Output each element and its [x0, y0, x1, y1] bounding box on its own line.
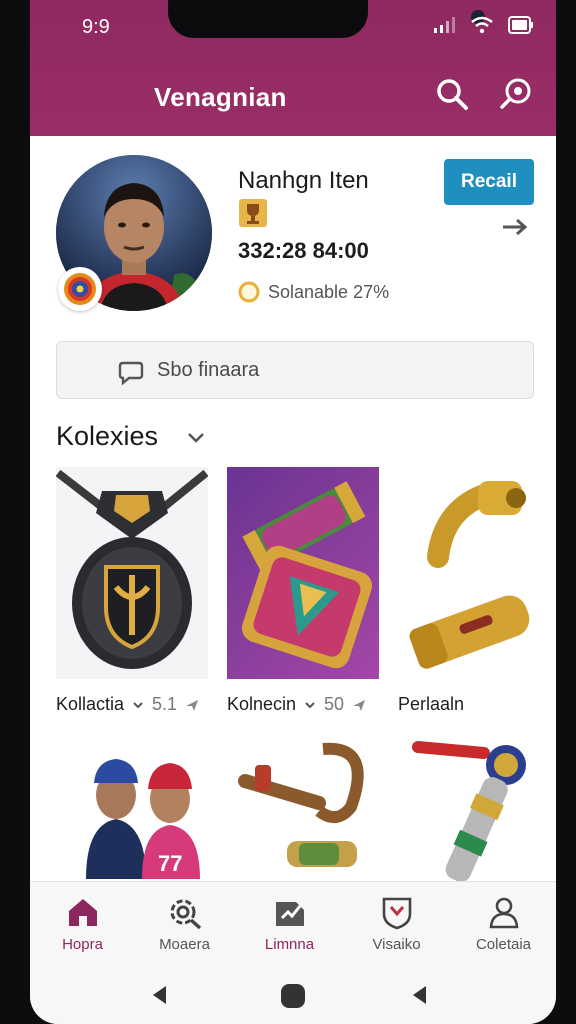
bottom-nav: Hopra Moaera Limnna Visaiko Coletaia — [30, 881, 556, 965]
svg-text:77: 77 — [158, 851, 182, 876]
camera-notch — [168, 0, 485, 38]
search-input[interactable]: Sbo finaara — [56, 341, 534, 399]
home-button-icon[interactable] — [280, 983, 306, 1009]
collection-card[interactable] — [56, 467, 208, 679]
recent-apps-icon[interactable] — [408, 983, 432, 1007]
app-header: 9:9 Venagnian — [30, 0, 556, 136]
recall-button[interactable]: Recail — [444, 159, 534, 205]
edit-icon — [275, 902, 304, 926]
nav-item-shield[interactable]: Visaiko — [344, 882, 449, 966]
home-icon — [68, 899, 97, 926]
card-caption-value: 50 — [324, 694, 345, 714]
search-icon[interactable] — [434, 76, 470, 112]
nav-item-settings[interactable]: Moaera — [132, 882, 237, 966]
person-icon — [489, 897, 518, 929]
player-name: Nanhgn Iten — [238, 167, 369, 194]
collection-card[interactable] — [398, 729, 538, 883]
chat-bubble-icon — [118, 361, 144, 386]
card-caption-label: Kollactia — [56, 694, 125, 714]
nav-item-edit[interactable]: Limnna — [237, 882, 342, 966]
wifi-icon — [471, 16, 493, 34]
team-badge — [58, 267, 102, 311]
bronze-crossbow-image — [238, 742, 364, 867]
player-stat-label: Solanable 27% — [268, 281, 390, 302]
red-valve-image — [412, 741, 526, 882]
search-text: Sbo finaara — [157, 359, 260, 381]
coin-icon — [238, 281, 260, 303]
phone-screen: 9:9 Venagnian Nanhgn Iten 332:28 84:00 S… — [30, 0, 556, 1024]
collection-card[interactable] — [227, 467, 379, 679]
nav-item-label: Moaera — [159, 936, 210, 953]
chevron-down-icon[interactable] — [304, 699, 316, 711]
status-icons — [434, 16, 534, 34]
chevron-down-icon[interactable] — [132, 699, 144, 711]
nav-item-home[interactable]: Hopra — [30, 882, 135, 966]
players-photo-image: 77 — [86, 759, 200, 879]
card-caption-label: Kolnecin — [227, 694, 297, 714]
card-caption-value: 5.1 — [152, 694, 178, 714]
player-stat: Solanable 27% — [238, 281, 389, 303]
status-time: 9:9 — [82, 16, 110, 38]
plane-icon — [186, 699, 199, 711]
back-icon[interactable] — [148, 983, 172, 1007]
battery-icon — [508, 16, 533, 34]
trophy-icon — [239, 199, 267, 227]
card-caption: Kollactia 5.1 — [56, 694, 199, 715]
settings-icon — [170, 899, 201, 930]
shield-amulet-image — [56, 469, 208, 669]
shield-icon — [382, 897, 411, 930]
plane-icon — [353, 699, 366, 711]
collection-card[interactable] — [227, 729, 379, 883]
card-caption: Kolnecin 50 — [227, 694, 366, 715]
nav-item-label: Visaiko — [372, 936, 421, 953]
card-caption: Perlaaln — [398, 694, 464, 715]
collection-card[interactable] — [398, 467, 538, 679]
card-caption-label: Perlaaln — [398, 694, 465, 714]
collection-card[interactable]: 77 — [56, 729, 208, 883]
nav-item-label: Coletaia — [475, 936, 532, 953]
arrow-right-icon[interactable] — [500, 214, 530, 240]
section-title[interactable]: Kolexies — [56, 421, 158, 452]
golden-pipe-image — [409, 481, 530, 669]
nav-item-label: Hopra — [62, 936, 103, 953]
system-nav — [30, 965, 556, 1024]
chevron-down-icon[interactable] — [184, 426, 208, 450]
relic-badge-image — [241, 481, 373, 669]
nav-item-profile[interactable]: Coletaia — [451, 882, 556, 966]
player-score: 332:28 84:00 — [238, 238, 369, 263]
nav-item-label: Limnna — [264, 936, 315, 953]
chat-search-icon[interactable] — [498, 76, 534, 112]
app-title: Venagnian — [154, 82, 287, 112]
profile-avatar-wrap[interactable] — [56, 155, 212, 311]
signal-icon — [434, 17, 455, 33]
